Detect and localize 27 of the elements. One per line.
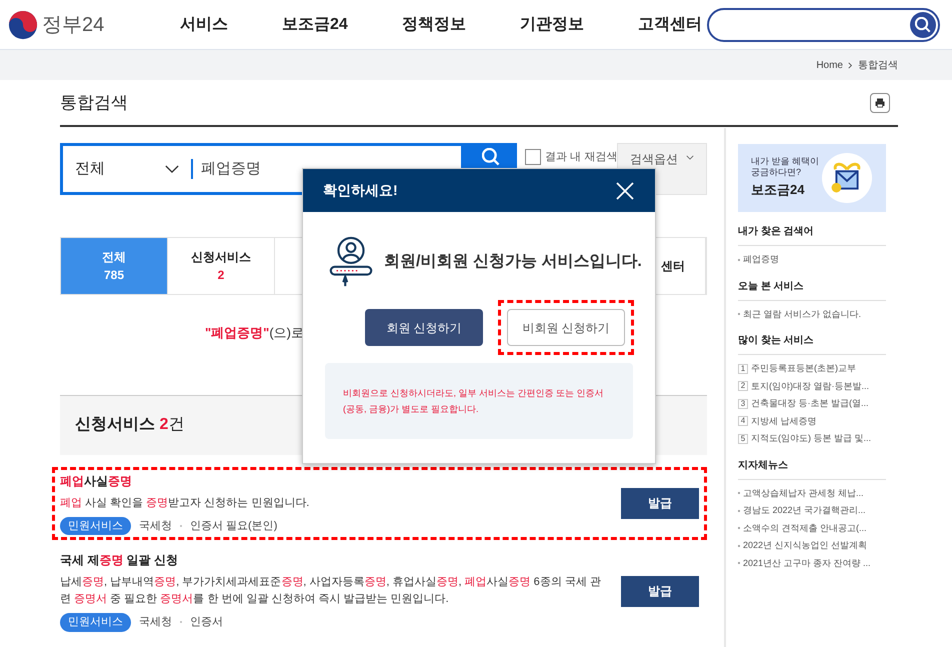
result-meta: 인증서 필요(본인) (190, 518, 278, 534)
result-description: 납세증명, 납부내역증명, 부가가치세과세표준증명, 사업자등록증명, 휴업사실증명, 폐업사실증명 6종의 국세 관련 증명서 중 필요한 증명서를 한 번에 일괄 신청하여 즉시 발급받는 민원입니다. (60, 575, 602, 607)
banner-text: 궁금하다면? (751, 167, 802, 178)
dialog-note: 비회원으로 신청하시더라도, 일부 서비스는 간편인증 또는 인증서(공동, 금융)가 별도로 필요합니다. (343, 387, 605, 416)
sidebar-heading: 내가 찾은 검색어 (738, 224, 886, 246)
result-meta: 국세청 (139, 615, 172, 630)
rank-number: 1 (738, 364, 748, 374)
sidebar-heading: 오늘 본 서비스 (738, 278, 886, 300)
result-description: 폐업 사실 확인을 증명 받고자 신청하는 민원입니다. (60, 496, 310, 510)
page-title: 통합검색 (60, 92, 128, 114)
section-title: 신청서비스 2건 (75, 415, 184, 435)
dialog-message: 회원/비회원 신청가능 서비스입니다. (384, 252, 642, 272)
breadcrumb-current: 통합검색 (858, 58, 898, 72)
result-meta: 국세청 (139, 518, 172, 534)
checkbox-label: 결과 내 재검색 (545, 150, 618, 165)
result-notice: "폐업증명"(으)로 (205, 324, 304, 342)
category-tag: 민원서비스 (60, 613, 131, 632)
rank-number: 5 (738, 434, 748, 444)
sidebar-heading: 많이 찾는 서비스 (738, 333, 886, 355)
category-tag: 민원서비스 (60, 516, 131, 535)
sidebar-heading: 지자체뉴스 (738, 458, 886, 480)
result-meta: 인증서 (190, 615, 223, 630)
rank-number: 2 (738, 381, 748, 392)
rank-number: 3 (738, 398, 748, 409)
banner-brand: 보조금24 (751, 181, 806, 200)
banner-text: 내가 받을 혜택이 (751, 156, 820, 168)
rank-number: 4 (738, 416, 748, 426)
